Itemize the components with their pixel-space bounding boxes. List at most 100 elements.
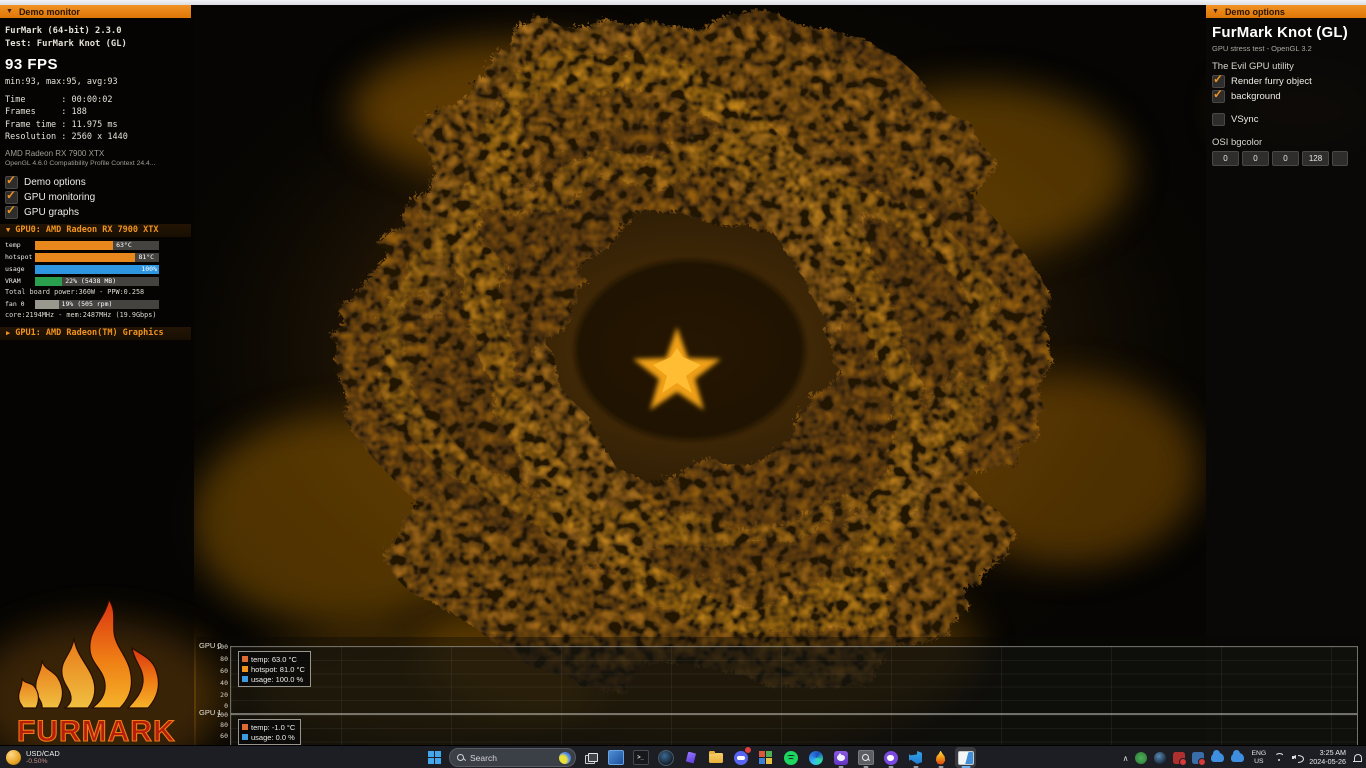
bgcolor-a-input[interactable]: 128	[1302, 151, 1329, 166]
tray-expand-chevron-icon[interactable]: ∧	[1123, 754, 1129, 763]
usage-swatch	[242, 734, 248, 740]
edge-browser-icon	[809, 751, 823, 765]
copilot-icon[interactable]	[559, 752, 571, 764]
demo-options-header[interactable]: ▼ Demo options	[1206, 5, 1366, 18]
demo-monitor-header-label: Demo monitor	[19, 7, 80, 17]
bgcolor-b-input[interactable]: 0	[1272, 151, 1299, 166]
demo-monitor-header[interactable]: ▼ Demo monitor	[0, 5, 191, 18]
taskbar-icon-furmark-demo-active[interactable]	[955, 747, 976, 768]
tray-badge	[1198, 758, 1206, 766]
collapse-arrow-icon: ▼	[6, 8, 13, 15]
taskbar-icon-spotify[interactable]	[780, 747, 801, 768]
bgcolor-g-input[interactable]: 0	[1242, 151, 1269, 166]
bar-track: 81°C	[35, 253, 159, 262]
gpu-utility-tray-icon[interactable]	[1192, 752, 1204, 764]
magnifier-app-icon	[858, 750, 874, 765]
utility-tray-icon[interactable]	[1173, 752, 1185, 764]
bar-fill	[35, 241, 113, 250]
temp-swatch	[242, 724, 248, 730]
taskbar-icon-obsidian[interactable]	[680, 747, 701, 768]
steam-tray-icon[interactable]	[1154, 752, 1166, 764]
github-icon	[884, 751, 898, 765]
taskbar-widget[interactable]: USD/CAD -0.50%	[6, 746, 60, 768]
knot-center-shadow	[575, 260, 805, 440]
gpu1-legend: temp: -1.0 °C usage: 0.0 %	[238, 719, 301, 745]
taskbar-search[interactable]: Search	[449, 748, 576, 767]
cat-app-icon	[834, 751, 848, 765]
taskbar-icon-app-tiles[interactable]	[755, 747, 776, 768]
legend-row: temp: -1.0 °C	[242, 722, 295, 732]
spotify-icon	[784, 751, 798, 765]
utility-tagline: The Evil GPU utility	[1206, 53, 1366, 74]
taskbar-icon-furmark[interactable]	[930, 747, 951, 768]
checkbox-background[interactable]: ✓ background	[1206, 89, 1366, 104]
taskbar-icon-screen-zoom[interactable]	[855, 747, 876, 768]
terminal-icon: >_	[633, 750, 649, 765]
checkbox-demo-options[interactable]: ✓ Demo options	[0, 175, 191, 190]
taskbar-icon-discord[interactable]	[730, 747, 751, 768]
fps-minmax: min:93, max:95, avg:93	[0, 76, 191, 90]
gpu0-hotspot-bar: hotspot 81°C	[5, 252, 191, 263]
bar-track: 22% (5438 MB)	[35, 277, 159, 286]
onedrive-icon-2[interactable]	[1231, 753, 1244, 762]
system-tray: ∧ ENG US 3:25 AM 2024-05-26	[1123, 746, 1362, 768]
gpu0-section-header[interactable]: ▼ GPU0: AMD Radeon RX 7900 XTX	[0, 224, 191, 237]
checkbox-box: ✓	[1212, 90, 1225, 103]
start-button[interactable]	[424, 747, 445, 768]
app-version: FurMark (64-bit) 2.3.0	[0, 25, 191, 38]
gpu0-temp-bar: temp 63°C	[5, 240, 191, 251]
search-placeholder: Search	[470, 753, 554, 763]
checkbox-render-furry-object[interactable]: ✓ Render furry object	[1206, 74, 1366, 89]
furmark-logo-text: FURMARK	[17, 715, 176, 748]
obsidian-gem-icon	[685, 752, 696, 764]
checkbox-box: ✓	[5, 206, 18, 219]
taskbar-icon-terminal[interactable]: >_	[630, 747, 651, 768]
taskbar-icon-purple-cat-app[interactable]	[830, 747, 851, 768]
taskbar-icon-edge[interactable]	[805, 747, 826, 768]
gpu-name-line: AMD Radeon RX 7900 XTX	[0, 148, 191, 159]
taskbar-icon-github-desktop[interactable]	[880, 747, 901, 768]
taskbar-icon-vscode[interactable]	[905, 747, 926, 768]
steam-icon	[658, 750, 674, 766]
gpu1-section-header[interactable]: ▶ GPU1: AMD Radeon(TM) Graphics	[0, 327, 191, 340]
windows-taskbar: USD/CAD -0.50% Search >_	[0, 745, 1366, 768]
task-view-button[interactable]	[580, 747, 601, 768]
fps-counter: 93 FPS	[0, 56, 191, 73]
gpu0-legend: temp: 63.0 °C hotspot: 81.0 °C usage: 10…	[238, 651, 311, 687]
taskbar-clock[interactable]: 3:25 AM 2024-05-26	[1309, 749, 1346, 766]
demo-monitor-panel: ▼ Demo monitor FurMark (64-bit) 2.3.0 Te…	[0, 5, 191, 340]
stat-frametime: Frame time : 11.975 ms	[0, 119, 191, 131]
notification-bell-icon[interactable]	[1353, 753, 1362, 763]
volume-icon[interactable]	[1292, 753, 1302, 763]
bgcolor-swatch[interactable]	[1332, 151, 1348, 166]
checkbox-gpu-monitoring[interactable]: ✓ GPU monitoring	[0, 190, 191, 205]
stat-resolution: Resolution : 2560 x 1440	[0, 131, 191, 143]
osi-bgcolor-inputs: 0 0 0 128	[1206, 151, 1366, 166]
gpu0-vram-bar: VRAM 22% (5438 MB)	[5, 276, 191, 287]
bar-track: 63°C	[35, 241, 159, 250]
windows-logo-icon	[428, 751, 441, 764]
tray-badge	[1179, 758, 1187, 766]
legend-row: usage: 0.0 %	[242, 732, 295, 742]
opengl-line: OpenGL 4.6.0 Compatibility Profile Conte…	[0, 159, 191, 169]
gpu1-y-axis: 100 80 60	[198, 714, 228, 741]
taskbar-icon-media-player[interactable]	[605, 747, 626, 768]
check-icon: ✓	[6, 173, 16, 187]
task-view-icon	[585, 753, 597, 763]
checkbox-gpu-graphs[interactable]: ✓ GPU graphs	[0, 205, 191, 220]
demo-window-icon	[958, 751, 974, 765]
language-switcher[interactable]: ENG US	[1251, 750, 1266, 765]
xbox-tray-icon[interactable]	[1135, 752, 1147, 764]
demo-options-panel: ▼ Demo options FurMark Knot (GL) GPU str…	[1206, 5, 1366, 166]
temp-swatch	[242, 656, 248, 662]
checkbox-vsync[interactable]: ✓ VSync	[1206, 112, 1366, 127]
notification-badge	[744, 746, 752, 754]
bgcolor-r-input[interactable]: 0	[1212, 151, 1239, 166]
background-window-titlebar-sliver[interactable]	[0, 0, 1366, 5]
taskbar-icon-file-explorer[interactable]	[705, 747, 726, 768]
onedrive-icon[interactable]	[1211, 753, 1224, 762]
hotspot-swatch	[242, 666, 248, 672]
check-icon: ✓	[1213, 72, 1223, 86]
taskbar-icon-steam[interactable]	[655, 747, 676, 768]
wifi-icon[interactable]	[1273, 753, 1285, 762]
